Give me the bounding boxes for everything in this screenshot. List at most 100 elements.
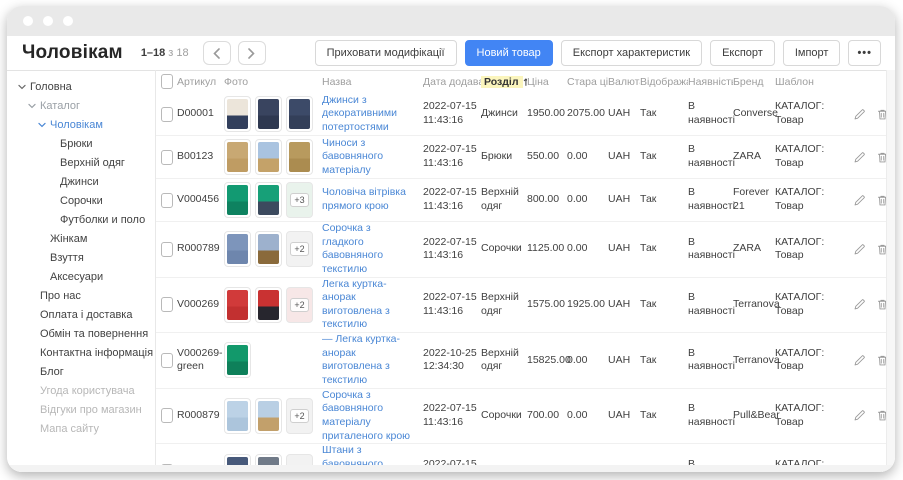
edit-icon[interactable] [853,354,866,367]
product-photo[interactable] [255,96,282,132]
product-photo[interactable] [224,342,251,378]
sidebar-item-label: Жінкам [50,233,87,245]
row-checkbox[interactable] [161,408,173,423]
horizontal-scrollbar[interactable] [7,465,895,472]
select-all-checkbox[interactable] [161,74,173,89]
column-header-template[interactable]: Шаблон [775,76,847,88]
product-photo[interactable] [224,96,251,132]
product-photo[interactable] [255,182,282,218]
more-actions-button[interactable]: ••• [848,40,881,66]
product-photo[interactable] [224,398,251,434]
currency-cell: UAH [608,409,640,423]
window-control-dot[interactable] [43,16,53,26]
column-header-currency[interactable]: Валюта [608,76,640,88]
more-photos-thumb[interactable]: +2 [286,231,313,267]
window-control-dot[interactable] [23,16,33,26]
product-photo[interactable] [255,231,282,267]
product-photo[interactable] [286,96,313,132]
sidebar-item-pro-nas[interactable]: Про нас [7,286,155,305]
product-name-link[interactable]: Сорочка з бавовняного матеріалу притален… [322,389,419,444]
sidebar-item-bloh[interactable]: Блог [7,362,155,381]
sidebar-item-verkhnii-odiah[interactable]: Верхній одяг [7,153,155,172]
pagination-prev-button[interactable] [203,41,231,65]
vertical-scrollbar[interactable] [886,70,895,472]
edit-icon[interactable] [853,151,866,164]
sidebar-item-vzuttia[interactable]: Взуття [7,248,155,267]
row-checkbox[interactable] [161,242,173,257]
row-checkbox[interactable] [161,150,173,165]
column-header-category[interactable]: Розділ [481,76,527,88]
edit-icon[interactable] [853,108,866,121]
product-name-link[interactable]: Чиноси з бавовняного матеріалу [322,137,419,178]
chevron-right-icon [248,48,255,59]
edit-icon[interactable] [853,409,866,422]
edit-icon[interactable] [853,194,866,207]
new-product-button[interactable]: Новий товар [465,40,553,66]
product-photo[interactable] [286,139,313,175]
sidebar-item-kontaktna-informatsiia[interactable]: Контактна інформація [7,343,155,362]
column-header-sku[interactable]: Артикул [177,76,224,88]
more-photos-thumb[interactable]: +2 [286,287,313,323]
sku-cell: V000269 [177,298,224,312]
hide-modifications-button[interactable]: Приховати модифікації [315,40,457,66]
product-photo[interactable] [224,287,251,323]
category-cell: Сорочки [481,409,527,423]
product-name-link[interactable]: Чоловіча вітрівка прямого крою [322,186,419,213]
row-checkbox[interactable] [161,193,173,208]
sidebar-item-briuky[interactable]: Брюки [7,134,155,153]
pagination-next-button[interactable] [238,41,266,65]
row-checkbox[interactable] [161,107,173,122]
sidebar-item-vidhuky-pro-mahazyn[interactable]: Відгуки про магазин [7,400,155,419]
column-header-date-added[interactable]: Дата додавання [423,76,481,88]
table-row: B00123 Чиноси з бавовняного матеріалу 20… [156,136,887,179]
product-name-link[interactable]: Легка куртка-анорак виготовлена з тексти… [322,278,419,333]
product-name-link[interactable]: — Легка куртка-анорак виготовлена з текс… [322,333,419,388]
product-photo[interactable] [224,182,251,218]
row-checkbox[interactable] [161,297,173,312]
more-photos-thumb[interactable]: +2 [286,398,313,434]
more-photos-thumb[interactable]: +3 [286,182,313,218]
old-price-cell: 0.00 [567,354,608,368]
window-control-dot[interactable] [63,16,73,26]
sidebar-item-label: Контактна інформація [40,347,153,359]
edit-icon[interactable] [853,298,866,311]
template-cell: КАТАЛОГ: Товар [775,347,847,374]
column-header-photo[interactable]: Фото [224,76,322,88]
product-photo[interactable] [255,287,282,323]
sidebar-item-futbolky-i-polo[interactable]: Футболки и поло [7,210,155,229]
edit-icon[interactable] [853,243,866,256]
sidebar-item-obmin-ta-povernennia[interactable]: Обмін та повернення [7,324,155,343]
sidebar-item-kataloh[interactable]: Каталог [7,96,155,115]
column-header-price[interactable]: Ціна [527,76,567,88]
column-header-availability[interactable]: Наявність [688,76,733,88]
product-name-link[interactable]: Сорочка з гладкого бавовняного текстилю [322,222,419,277]
product-photo[interactable] [255,398,282,434]
availability-cell: В наявності [688,100,733,127]
availability-cell: В наявності [688,143,733,170]
export-characteristics-button[interactable]: Експорт характеристик [561,40,702,66]
sidebar-item-dzhynsy[interactable]: Джинси [7,172,155,191]
column-header-name[interactable]: Назва [322,76,423,88]
sidebar-item-label: Про нас [40,290,81,302]
page-header: Чоловікам 1–18з 18 Приховати модифікації… [7,36,895,71]
sidebar-item-mapa-saitu[interactable]: Мапа сайту [7,419,155,438]
product-name-link[interactable]: Джинси з декоративними потертостями [322,94,419,135]
toolbar: Приховати модифікації Новий товар Експорт … [315,40,881,66]
sidebar-item-oplata-i-dostavka[interactable]: Оплата і доставка [7,305,155,324]
export-button[interactable]: Експорт [710,40,775,66]
sidebar-item-holovna[interactable]: Головна [7,77,155,96]
column-header-old-price[interactable]: Стара ціна [567,76,608,88]
product-photo[interactable] [255,139,282,175]
product-photo[interactable] [224,139,251,175]
import-button[interactable]: Імпорт [783,40,841,66]
column-header-visible[interactable]: Відображати [640,76,688,88]
column-header-brand[interactable]: Бренд [733,76,775,88]
product-photo[interactable] [224,231,251,267]
sidebar-item-cholovikam[interactable]: Чоловікам [7,115,155,134]
sidebar-item-sorochky[interactable]: Сорочки [7,191,155,210]
sidebar-item-aksesuary[interactable]: Аксесуари [7,267,155,286]
row-checkbox[interactable] [161,353,173,368]
sidebar-item-uhoda-korystuvacha[interactable]: Угода користувача [7,381,155,400]
sidebar-item-zhinkam[interactable]: Жінкам [7,229,155,248]
date-added-cell: 2022-07-15 11:43:16 [423,236,481,263]
